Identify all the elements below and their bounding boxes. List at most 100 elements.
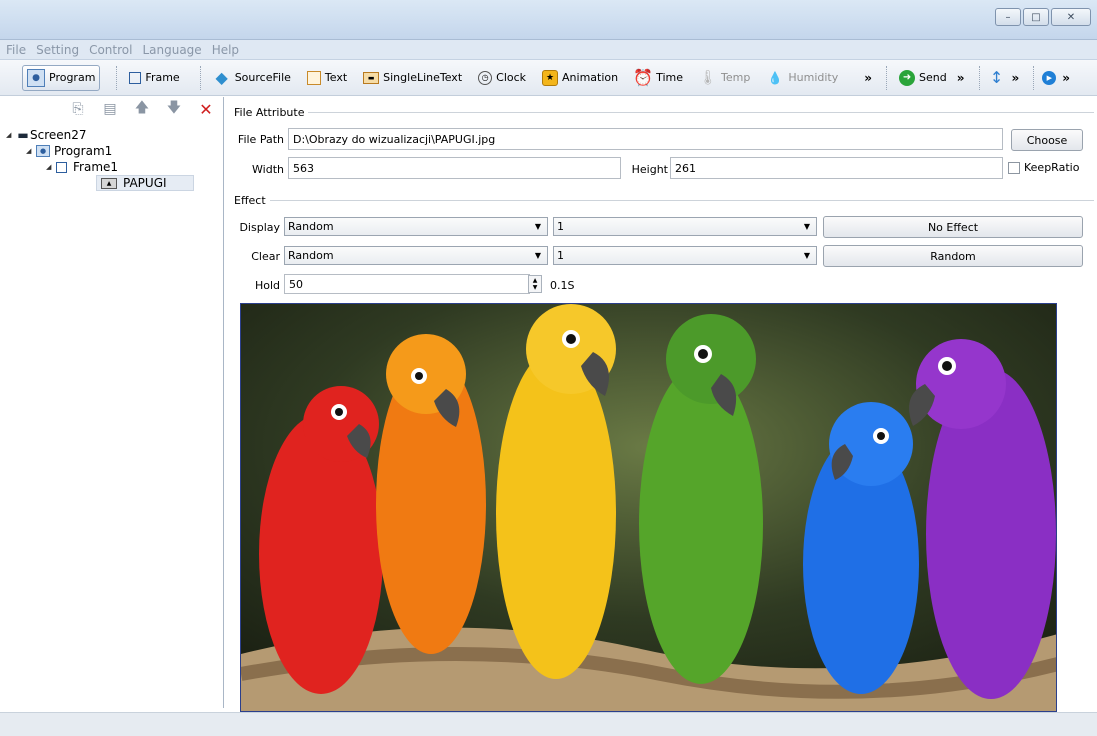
- hold-spinner[interactable]: ▲ ▼: [528, 275, 542, 293]
- humidity-button[interactable]: 💧 Humidity: [762, 65, 842, 91]
- tree-item-program[interactable]: ◢ ● Program1: [0, 143, 223, 159]
- keep-ratio-label: KeepRatio: [1024, 161, 1080, 174]
- singlelinetext-icon: ▬: [363, 71, 380, 84]
- toolbar: ● Program Frame ◆ SourceFile Text ▬ Sing…: [0, 60, 1097, 96]
- tree-item-picture[interactable]: ▲ PAPUGI: [0, 175, 223, 191]
- animation-label: Animation: [562, 71, 619, 84]
- minimize-button[interactable]: –: [995, 8, 1021, 26]
- move-up-icon[interactable]: 🡅: [133, 100, 151, 118]
- height-label: Height: [631, 163, 668, 176]
- play-overflow-button[interactable]: »: [1062, 71, 1070, 85]
- sourcefile-icon: ◆: [215, 68, 228, 87]
- clear-speed-select[interactable]: 1 ▼: [553, 246, 817, 265]
- menu-file[interactable]: File: [6, 43, 26, 57]
- checkbox-box[interactable]: [1008, 161, 1020, 174]
- program-button[interactable]: ● Program: [22, 64, 101, 91]
- singlelinetext-label: SingleLineText: [383, 71, 463, 84]
- program-label: Program: [49, 71, 96, 84]
- sourcefile-label: SourceFile: [234, 71, 291, 84]
- program-tree-panel: ⎘ ▤ 🡅 🡇 ✕ ◢ ▬ Screen27 ◢ ● Program1 ◢ Fr…: [0, 97, 224, 708]
- no-effect-button[interactable]: No Effect: [823, 216, 1083, 238]
- title-bar: – □ ✕: [0, 0, 1097, 40]
- display-label: Display: [239, 221, 280, 234]
- height-field[interactable]: 261: [670, 157, 1003, 179]
- random-button[interactable]: Random: [823, 245, 1083, 267]
- tree-item-frame[interactable]: ◢ Frame1: [0, 159, 223, 175]
- choose-button[interactable]: Choose: [1011, 129, 1083, 151]
- menu-control[interactable]: Control: [89, 43, 132, 57]
- time-button[interactable]: ⏰ Time: [630, 65, 687, 91]
- temp-button[interactable]: 🌡 Temp: [695, 65, 754, 91]
- file-path-field[interactable]: D:\Obrazy do wizualizacji\PAPUGI.jpg: [288, 128, 1003, 150]
- keep-ratio-checkbox[interactable]: KeepRatio: [1008, 161, 1079, 174]
- frame-button[interactable]: Frame: [125, 65, 183, 91]
- hold-value: 50: [289, 277, 303, 291]
- program-tree: ◢ ▬ Screen27 ◢ ● Program1 ◢ Frame1 ▲ PAP…: [0, 127, 223, 191]
- display-speed-value: 1: [557, 220, 564, 233]
- frame-icon: [129, 71, 142, 84]
- play-icon[interactable]: ▶: [1042, 70, 1057, 85]
- chevron-down-icon: ▼: [803, 251, 810, 260]
- text-label: Text: [324, 71, 348, 84]
- file-attribute-group: File Attribute: [234, 106, 1094, 119]
- alarm-clock-icon: ⏰: [633, 68, 654, 87]
- expand-arrow-icon[interactable]: ◢: [46, 163, 56, 171]
- delete-icon[interactable]: ✕: [197, 100, 215, 119]
- tree-toolbar: ⎘ ▤ 🡅 🡇 ✕: [0, 97, 223, 121]
- expand-arrow-icon[interactable]: ◢: [6, 131, 16, 139]
- window-controls: – □ ✕: [995, 8, 1091, 26]
- width-label: Width: [252, 163, 284, 176]
- width-value: 563: [293, 161, 314, 175]
- animation-button[interactable]: ★ Animation: [538, 65, 622, 91]
- clear-effect-value: Random: [288, 249, 334, 262]
- send-button[interactable]: ➜ Send: [895, 65, 951, 91]
- maximize-button[interactable]: □: [1023, 8, 1049, 26]
- text-button[interactable]: Text: [303, 65, 351, 91]
- tree-item-label: Frame1: [73, 160, 119, 174]
- menu-help[interactable]: Help: [212, 43, 239, 57]
- tree-item-label: Screen27: [30, 128, 87, 142]
- toolbar-separator: [886, 65, 888, 90]
- display-effect-select[interactable]: Random ▼: [284, 217, 548, 236]
- sourcefile-button[interactable]: ◆ SourceFile: [209, 65, 295, 91]
- copy-icon[interactable]: ⎘: [69, 100, 87, 118]
- clear-label: Clear: [251, 250, 280, 263]
- menu-language[interactable]: Language: [142, 43, 201, 57]
- clock-label: Clock: [496, 71, 527, 84]
- humidity-label: Humidity: [788, 71, 839, 84]
- toolbar-overflow-button[interactable]: »: [864, 71, 872, 85]
- move-down-icon[interactable]: 🡇: [165, 100, 183, 118]
- close-button[interactable]: ✕: [1051, 8, 1091, 26]
- file-path-label: File Path: [237, 133, 284, 146]
- menu-setting[interactable]: Setting: [36, 43, 79, 57]
- display-speed-select[interactable]: 1 ▼: [553, 217, 817, 236]
- hold-field[interactable]: 50: [284, 274, 530, 294]
- adjust-overflow-button[interactable]: »: [1012, 71, 1020, 85]
- paste-icon[interactable]: ▤: [101, 100, 119, 118]
- singlelinetext-button[interactable]: ▬ SingleLineText: [359, 65, 466, 91]
- text-icon: [306, 70, 321, 85]
- spin-up-icon[interactable]: ▲: [533, 277, 538, 284]
- toolbar-separator: [978, 65, 980, 90]
- tree-item-label: Program1: [54, 144, 113, 158]
- height-value: 261: [675, 161, 696, 175]
- thermometer-icon: 🌡: [699, 69, 717, 86]
- expand-arrow-icon[interactable]: ◢: [26, 147, 36, 155]
- picture-icon: ▲: [101, 177, 117, 189]
- send-label: Send: [919, 71, 947, 84]
- chevron-down-icon: ▼: [534, 222, 541, 231]
- clock-button[interactable]: ◷ Clock: [474, 65, 530, 91]
- spin-down-icon[interactable]: ▼: [533, 284, 538, 291]
- hold-label: Hold: [254, 279, 280, 292]
- time-label: Time: [656, 71, 684, 84]
- width-field[interactable]: 563: [288, 157, 621, 179]
- hold-unit-label: 0.1S: [550, 279, 575, 292]
- toolbar-separator: [1033, 65, 1035, 90]
- send-overflow-button[interactable]: »: [957, 71, 965, 85]
- image-preview[interactable]: [240, 303, 1057, 712]
- tree-item-label: PAPUGI: [123, 176, 167, 190]
- tree-item-screen[interactable]: ◢ ▬ Screen27: [0, 127, 223, 143]
- yellow-parrot: [496, 349, 616, 679]
- clear-effect-select[interactable]: Random ▼: [284, 246, 548, 265]
- adjust-height-icon[interactable]: ↕: [988, 68, 1006, 87]
